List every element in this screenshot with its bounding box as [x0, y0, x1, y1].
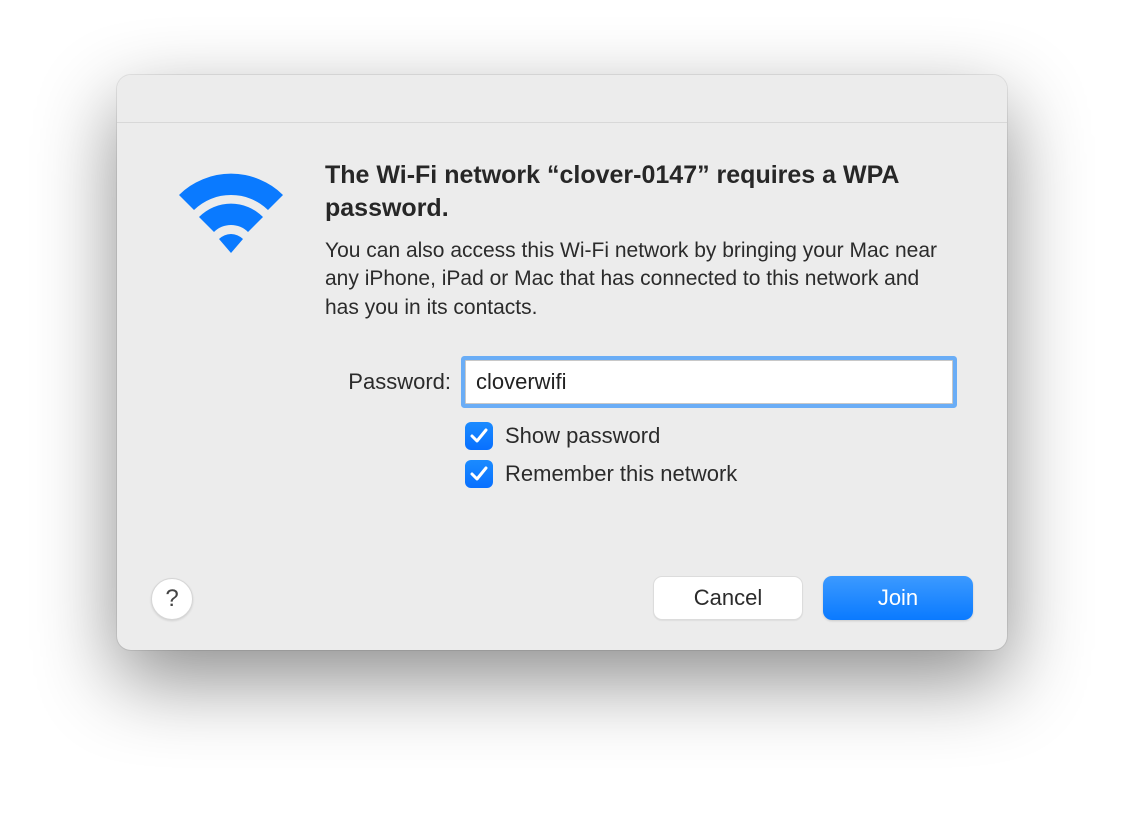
cancel-button[interactable]: Cancel [653, 576, 803, 620]
show-password-label: Show password [505, 423, 660, 449]
button-row: Cancel Join [653, 576, 973, 620]
dialog-titlebar [117, 75, 1007, 123]
text-column: The Wi-Fi network “clover-0147” requires… [325, 159, 953, 498]
dialog-heading: The Wi-Fi network “clover-0147” requires… [325, 159, 953, 225]
dialog-content: The Wi-Fi network “clover-0147” requires… [117, 123, 1007, 528]
dialog-subtext: You can also access this Wi-Fi network b… [325, 237, 953, 322]
remember-network-label: Remember this network [505, 461, 737, 487]
password-label: Password: [325, 369, 465, 395]
password-input[interactable] [465, 360, 953, 404]
wifi-icon [171, 165, 291, 265]
icon-column [171, 159, 291, 498]
show-password-row[interactable]: Show password [465, 422, 953, 450]
remember-network-row[interactable]: Remember this network [465, 460, 953, 488]
checkbox-group: Show password Remember this network [465, 422, 953, 488]
password-row: Password: [325, 360, 953, 404]
show-password-checkbox[interactable] [465, 422, 493, 450]
dialog-footer: ? Cancel Join [117, 576, 1007, 650]
help-icon: ? [165, 585, 178, 613]
wifi-password-dialog: The Wi-Fi network “clover-0147” requires… [117, 75, 1007, 650]
remember-network-checkbox[interactable] [465, 460, 493, 488]
join-button[interactable]: Join [823, 576, 973, 620]
help-button[interactable]: ? [151, 578, 193, 620]
